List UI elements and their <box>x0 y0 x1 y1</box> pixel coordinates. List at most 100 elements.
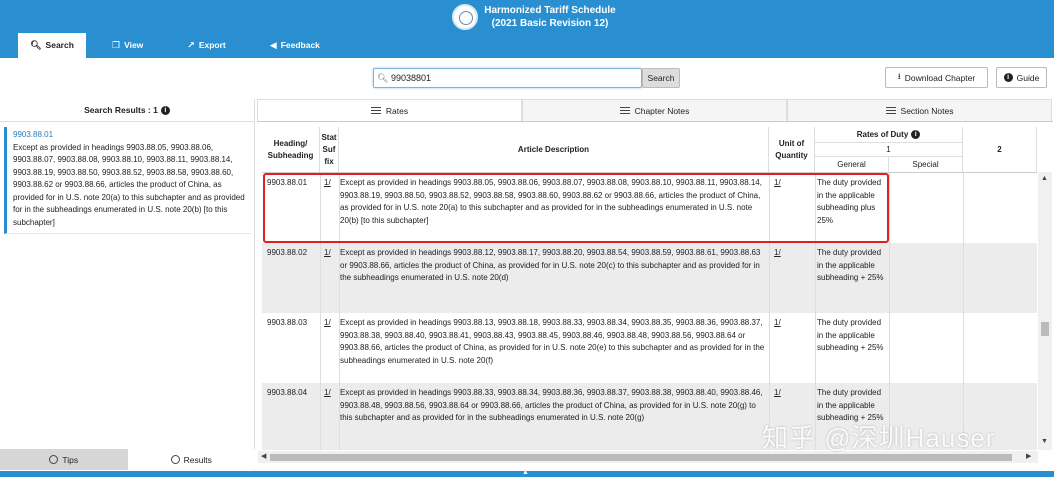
tab-chapter-notes-label: Chapter Notes <box>634 105 690 116</box>
col-heading: Heading/ Subheading <box>262 127 320 172</box>
search-result-item[interactable]: 9903.88.01 Except as provided in heading… <box>4 127 251 234</box>
bottom-bar: ▲ <box>0 469 1054 477</box>
row-unit-link[interactable]: 1/ <box>774 177 790 190</box>
search-icon: 🔍︎ <box>377 72 389 83</box>
tab-label: Search <box>45 40 74 50</box>
row-code: 9903.88.02 <box>267 248 308 257</box>
col-2: 2 <box>963 127 1037 172</box>
tab-results-label: Results <box>183 454 212 465</box>
col-special: Special <box>889 156 963 172</box>
info-circle-icon <box>49 455 59 464</box>
list-icon <box>619 107 630 114</box>
row-description: Except as provided in headings 9903.88.0… <box>340 178 762 225</box>
tab-tips-label: Tips <box>62 454 79 465</box>
tab-results[interactable]: Results <box>127 449 255 470</box>
app-title-line1: Harmonized Tariff Schedule <box>484 5 616 16</box>
table-row[interactable]: 9903.88.02 1/ Except as provided in head… <box>262 243 1037 313</box>
list-circle-icon <box>170 455 180 464</box>
left-footer-tabs: Tips Results <box>0 449 255 470</box>
tab-feedback[interactable]: ◀ Feedback <box>256 33 334 58</box>
watermark: 知乎 @深圳Hauser <box>762 423 996 453</box>
tab-view[interactable]: ❐ View <box>98 33 157 58</box>
tab-rates-label: Rates <box>385 105 409 116</box>
vertical-scrollbar[interactable]: ▲ ▼ <box>1038 172 1052 450</box>
column-divider <box>769 173 770 450</box>
scroll-right-icon[interactable]: ▶ <box>1026 452 1031 460</box>
column-divider <box>815 173 816 450</box>
app-title: Harmonized Tariff Schedule (2021 Basic R… <box>470 4 630 30</box>
search-button[interactable]: Search <box>642 68 680 88</box>
row-code: 9903.88.03 <box>267 318 308 327</box>
download-label: Download Chapter <box>904 72 976 83</box>
row-suffix-link[interactable]: 1/ <box>324 177 340 190</box>
tab-section-notes-label: Section Notes <box>900 105 954 116</box>
row-description: Except as provided in headings 9903.88.1… <box>340 318 765 365</box>
result-text: Except as provided in headings 9903.88.0… <box>13 142 245 227</box>
tab-tips[interactable]: Tips <box>0 449 128 470</box>
row-unit-link[interactable]: 1/ <box>774 387 790 400</box>
col-1: 1 <box>815 142 963 156</box>
row-unit-link[interactable]: 1/ <box>774 317 790 330</box>
export-icon: ↗ <box>187 40 195 50</box>
row-general-rate: The duty provided in the applicable subh… <box>817 178 882 225</box>
caret-up-icon[interactable]: ▲ <box>522 469 529 476</box>
search-icon: 🔍︎ <box>30 40 42 50</box>
scroll-down-icon[interactable]: ▼ <box>1041 438 1048 445</box>
col-unit: Unit of Quantity <box>769 127 815 172</box>
search-results-title: Search Results : 1 <box>84 104 158 115</box>
result-code[interactable]: 9903.88.01 <box>13 129 251 142</box>
column-divider <box>963 173 964 450</box>
row-suffix-link[interactable]: 1/ <box>324 317 340 330</box>
app-header: Harmonized Tariff Schedule (2021 Basic R… <box>0 0 1054 58</box>
tab-label: Export <box>198 40 226 50</box>
table-body: 9903.88.01 1/ Except as provided in head… <box>262 172 1037 450</box>
col-suffix: Stat Suf fix <box>320 127 339 172</box>
col-rates-label: Rates of Duty <box>856 129 909 139</box>
guide-label: Guide <box>1016 72 1040 83</box>
app-title-line2: (2021 Basic Revision 12) <box>491 18 609 29</box>
tab-label: View <box>124 40 144 50</box>
row-code: 9903.88.04 <box>267 388 308 397</box>
scroll-thumb[interactable] <box>270 454 1012 461</box>
document-icon: ❐ <box>112 40 121 50</box>
guide-button[interactable]: i Guide <box>996 67 1047 88</box>
search-input-wrapper: 🔍︎ <box>373 68 642 88</box>
row-code: 9903.88.01 <box>267 178 308 187</box>
tab-section-notes[interactable]: Section Notes <box>787 99 1052 121</box>
table-row[interactable]: 9903.88.03 1/ Except as provided in head… <box>262 313 1037 383</box>
col-rates: Rates of Duty i <box>815 127 963 142</box>
search-results-header: Search Results : 1 i <box>0 99 254 122</box>
table-row[interactable]: 9903.88.01 1/ Except as provided in head… <box>262 173 1037 243</box>
row-suffix-link[interactable]: 1/ <box>324 247 340 260</box>
info-icon[interactable]: i <box>911 130 921 139</box>
scroll-up-icon[interactable]: ▲ <box>1041 175 1048 182</box>
row-general-rate: The duty provided in the applicable subh… <box>817 248 884 283</box>
row-description: Except as provided in headings 9903.88.3… <box>340 388 763 423</box>
col-description: Article Description <box>339 127 769 172</box>
scroll-left-icon[interactable]: ◀ <box>261 452 266 460</box>
info-icon[interactable]: i <box>160 105 170 115</box>
column-divider <box>339 173 340 450</box>
col-general: General <box>815 156 889 172</box>
search-input[interactable] <box>391 70 631 86</box>
row-description: Except as provided in headings 9903.88.1… <box>340 248 761 283</box>
list-icon <box>370 107 381 114</box>
megaphone-icon: ◀ <box>269 40 277 50</box>
tab-chapter-notes[interactable]: Chapter Notes <box>522 99 787 121</box>
download-icon: ⭳ <box>897 70 901 81</box>
download-chapter-button[interactable]: ⭳ Download Chapter <box>885 67 988 88</box>
scroll-thumb[interactable] <box>1041 322 1049 336</box>
row-general-rate: The duty provided in the applicable subh… <box>817 318 884 353</box>
column-divider <box>320 173 321 450</box>
info-icon: i <box>1003 73 1013 82</box>
tab-export[interactable]: ↗ Export <box>173 33 239 58</box>
row-suffix-link[interactable]: 1/ <box>324 387 340 400</box>
detail-tabs: Rates Chapter Notes Section Notes <box>257 99 1053 122</box>
list-icon <box>885 107 896 114</box>
row-unit-link[interactable]: 1/ <box>774 247 790 260</box>
tab-search[interactable]: 🔍︎ Search <box>18 33 86 58</box>
column-divider <box>889 173 890 450</box>
table-header: Heading/ Subheading Stat Suf fix Article… <box>262 127 1037 172</box>
nav-tabs: 🔍︎ Search ❐ View ↗ Export ◀ Feedback <box>18 33 334 58</box>
tab-rates[interactable]: Rates <box>257 99 522 121</box>
